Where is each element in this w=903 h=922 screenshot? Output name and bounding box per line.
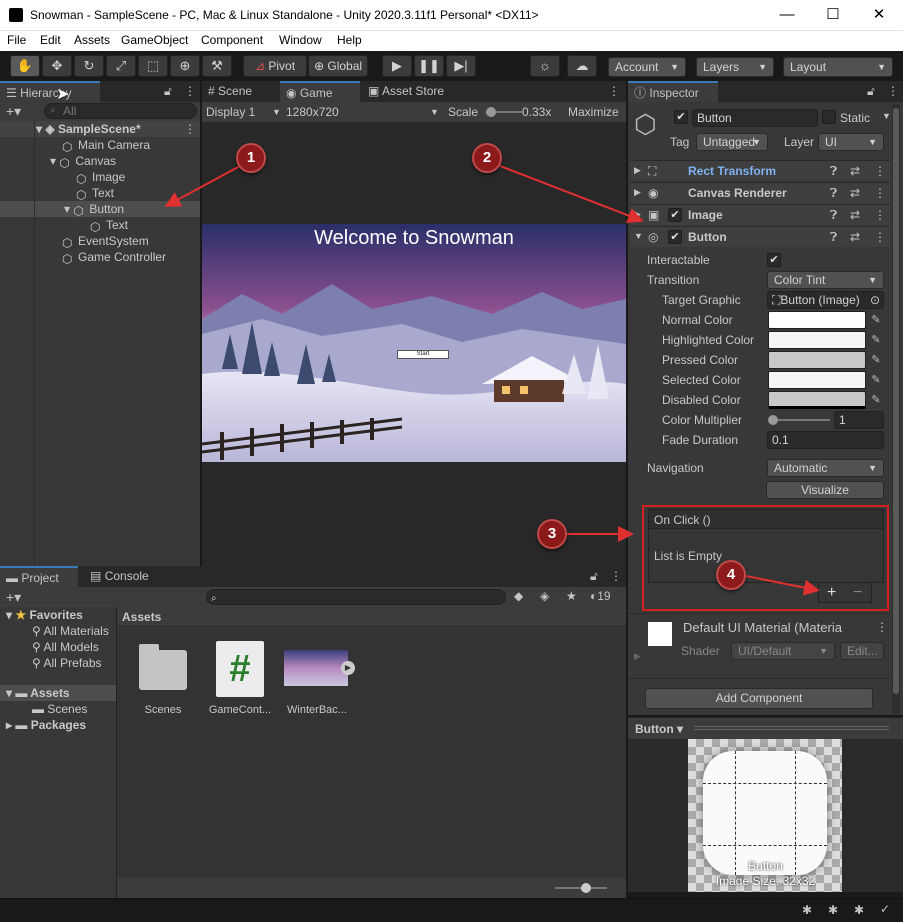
step-marker-4: 4 xyxy=(716,560,746,590)
step-marker-1: 1 xyxy=(236,143,266,173)
annotation-arrows xyxy=(164,165,820,596)
arrow-1 xyxy=(164,165,241,207)
arrow-2 xyxy=(499,165,644,224)
step-marker-3: 3 xyxy=(537,519,567,549)
arrow-4 xyxy=(745,575,820,596)
step-marker-2: 2 xyxy=(472,143,502,173)
